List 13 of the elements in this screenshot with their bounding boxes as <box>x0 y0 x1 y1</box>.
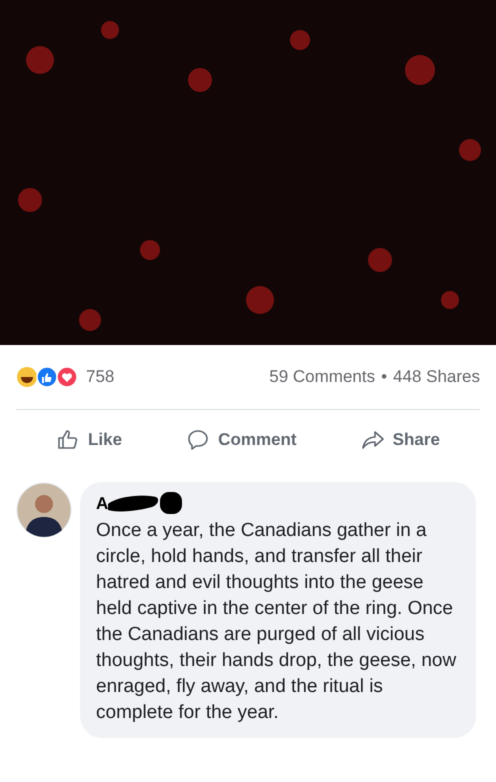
share-arrow-icon <box>360 428 385 452</box>
separator: • <box>381 366 388 388</box>
avatar[interactable] <box>16 482 72 538</box>
reaction-count: 758 <box>86 366 114 388</box>
comment-author[interactable]: A <box>96 491 108 517</box>
share-button[interactable]: Share <box>352 423 448 457</box>
comment-button[interactable]: Comment <box>178 423 305 457</box>
comment-text: Once a year, the Canadians gather in a circle, hold hands, and transfer all their hatred and evil thoughts into the geese held captive in the center of the ring. Once the Canadians are purged of all vicious thoughts, their hands drop, the geese, now enraged, fly away, and the ritual is complete for the year. <box>96 519 458 725</box>
speech-bubble-icon <box>186 428 210 452</box>
comments-count[interactable]: 59 Comments <box>269 364 376 390</box>
reaction-icons[interactable] <box>16 366 78 388</box>
like-button[interactable]: Like <box>48 423 130 457</box>
shares-count[interactable]: 448 Shares <box>393 364 480 390</box>
